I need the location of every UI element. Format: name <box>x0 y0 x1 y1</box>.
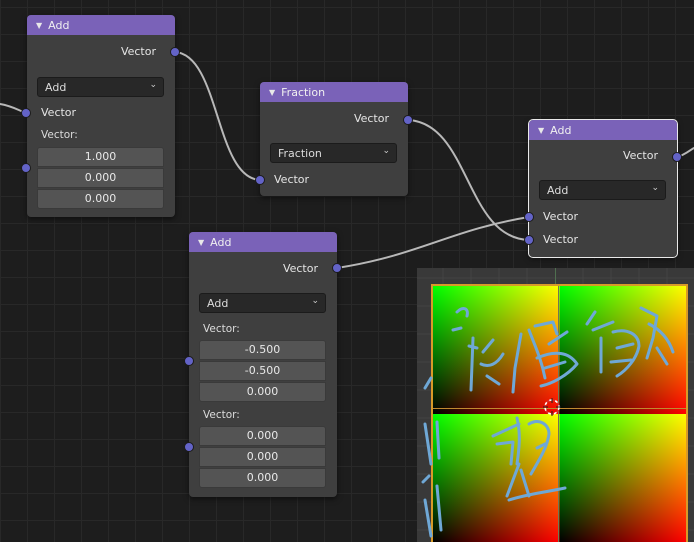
link-add1-to-fraction <box>174 51 261 181</box>
output-label: Vector <box>353 112 389 125</box>
output-label: Vector <box>120 45 156 58</box>
input-socket[interactable] <box>21 108 31 118</box>
input-2-label: Vector <box>543 233 579 246</box>
operation-value: Add <box>207 296 229 310</box>
vector-y-field[interactable]: 0.000 <box>37 168 164 188</box>
vector-2-z-field[interactable]: 0.000 <box>199 468 326 488</box>
output-label: Vector <box>622 149 658 162</box>
node-title: Fraction <box>281 85 326 99</box>
3d-cursor-icon[interactable] <box>543 398 561 416</box>
vector-x-field[interactable]: 1.000 <box>37 147 164 167</box>
vector-math-add-node-2[interactable]: ▼ Add Vector Add ⌄ Vector: -0.500 -0.500… <box>189 232 337 497</box>
collapse-arrow-icon[interactable]: ▼ <box>36 21 42 30</box>
node-title: Add <box>48 18 70 32</box>
vector-math-add-node-3[interactable]: ▼ Add Vector Add ⌄ Vector Vector <box>528 119 678 258</box>
node-title: Add <box>210 235 232 249</box>
vector-label: Vector: <box>41 129 78 141</box>
input-socket[interactable] <box>255 175 265 185</box>
vector-1-z-field[interactable]: 0.000 <box>199 382 326 402</box>
vector-2-label: Vector: <box>203 409 240 421</box>
vector-math-fraction-node[interactable]: ▼ Fraction Vector Fraction ⌄ Vector <box>260 82 408 196</box>
operation-value: Add <box>45 80 67 94</box>
chevron-down-icon: ⌄ <box>382 146 390 156</box>
input-label: Vector <box>41 106 77 119</box>
operation-dropdown[interactable]: Add ⌄ <box>37 77 164 97</box>
collapse-arrow-icon[interactable]: ▼ <box>269 88 275 97</box>
operation-dropdown[interactable]: Add ⌄ <box>539 180 666 200</box>
input-socket-2[interactable] <box>524 235 534 245</box>
output-socket[interactable] <box>332 263 342 273</box>
chevron-down-icon: ⌄ <box>311 296 319 306</box>
operation-dropdown[interactable]: Fraction ⌄ <box>270 143 397 163</box>
output-label: Vector <box>282 262 318 275</box>
node-header[interactable]: ▼ Add <box>529 120 677 140</box>
operation-value: Fraction <box>278 146 322 160</box>
input-1-label: Vector <box>543 210 579 223</box>
vector-2-x-field[interactable]: 0.000 <box>199 426 326 446</box>
vector-1-label: Vector: <box>203 323 240 335</box>
collapse-arrow-icon[interactable]: ▼ <box>198 238 204 247</box>
operation-value: Add <box>547 183 569 197</box>
operation-dropdown[interactable]: Add ⌄ <box>199 293 326 313</box>
viewport-preview[interactable] <box>417 268 694 542</box>
output-socket[interactable] <box>170 47 180 57</box>
input-label: Vector <box>274 173 310 186</box>
vector-input-socket[interactable] <box>21 163 31 173</box>
vector-2-y-field[interactable]: 0.000 <box>199 447 326 467</box>
link-add2-to-add3-a <box>336 216 530 269</box>
vector-z-field[interactable]: 0.000 <box>37 189 164 209</box>
collapse-arrow-icon[interactable]: ▼ <box>538 126 544 135</box>
chevron-down-icon: ⌄ <box>149 80 157 90</box>
vector-2-input-socket[interactable] <box>184 442 194 452</box>
chevron-down-icon: ⌄ <box>651 183 659 193</box>
input-socket-1[interactable] <box>524 212 534 222</box>
link-fraction-to-add3-b <box>407 119 530 241</box>
node-title: Add <box>550 123 572 137</box>
vector-math-add-node-1[interactable]: ▼ Add Vector Add ⌄ Vector Vector: 1.000 … <box>27 15 175 217</box>
output-socket[interactable] <box>672 152 682 162</box>
vector-1-y-field[interactable]: -0.500 <box>199 361 326 381</box>
output-socket[interactable] <box>403 115 413 125</box>
vector-1-input-socket[interactable] <box>184 356 194 366</box>
node-header[interactable]: ▼ Fraction <box>260 82 408 102</box>
node-header[interactable]: ▼ Add <box>27 15 175 35</box>
vector-1-x-field[interactable]: -0.500 <box>199 340 326 360</box>
node-header[interactable]: ▼ Add <box>189 232 337 252</box>
